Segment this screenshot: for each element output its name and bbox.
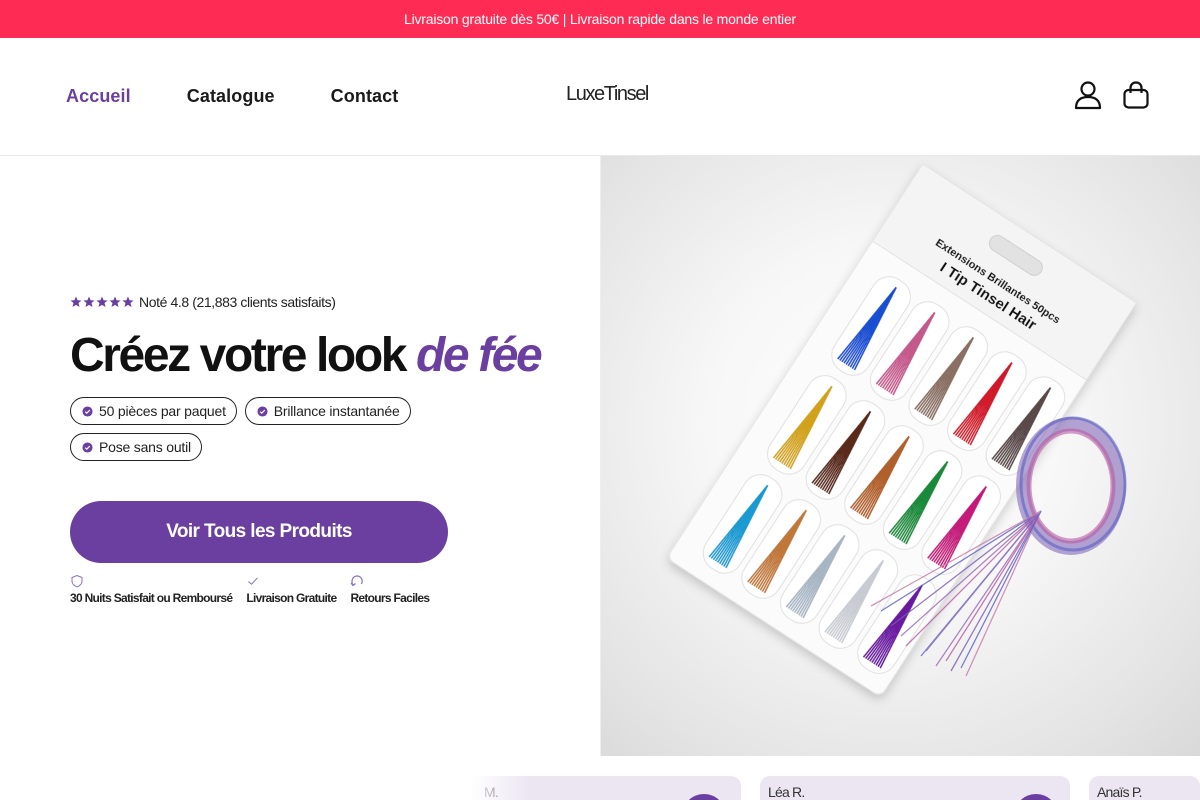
- feature-pill: 50 pièces par paquet: [70, 397, 237, 425]
- review-card[interactable]: Anaïs P.: [1089, 776, 1200, 800]
- review-carousel: M. Léa R. Anaïs P.: [0, 776, 1200, 800]
- guarantee-item: Livraison Gratuite: [246, 574, 337, 605]
- badge-check-icon: [82, 441, 93, 453]
- reviewer-name: Anaïs P.: [1097, 784, 1143, 800]
- hero-headline: Créez votre look de fée: [70, 328, 543, 383]
- nav-link-home[interactable]: Accueil: [66, 86, 131, 107]
- rating-stars: [70, 296, 134, 308]
- badge-check-icon: [82, 405, 93, 417]
- main-nav: Accueil Catalogue Contact: [66, 38, 454, 155]
- site-header: Accueil Catalogue Contact LuxeTinsel: [0, 38, 1200, 156]
- feature-pill: Brillance instantanée: [244, 397, 411, 425]
- hero-content: Noté 4.8 (21,883 clients satisfaits) Cré…: [70, 156, 590, 756]
- star-icon: [109, 296, 121, 307]
- guarantee-label: Livraison Gratuite: [246, 591, 337, 605]
- tinsel-package-illustration: Extensions Brillantes 50pcs I Tip Tinsel…: [669, 163, 1138, 695]
- hero-product-image: Extensions Brillantes 50pcs I Tip Tinsel…: [600, 156, 1200, 756]
- cart-bag-icon[interactable]: [1122, 80, 1150, 110]
- nav-link-contact[interactable]: Contact: [331, 86, 399, 107]
- feature-pills: 50 pièces par paquet Brillance instantan…: [70, 397, 450, 461]
- reviewer-name: Léa R.: [768, 784, 805, 800]
- star-icon: [122, 296, 134, 307]
- shield-icon: [71, 574, 83, 588]
- feature-pill-label: 50 pièces par paquet: [99, 403, 226, 419]
- rating-summary: Noté 4.8 (21,883 clients satisfaits): [70, 294, 336, 310]
- feature-pill: Pose sans outil: [70, 433, 202, 461]
- review-card[interactable]: Léa R.: [760, 776, 1070, 800]
- headline-main: Créez votre look: [70, 329, 416, 382]
- rating-text: Noté 4.8 (21,883 clients satisfaits): [139, 294, 336, 310]
- guarantee-item: 30 Nuits Satisfait ou Remboursé: [70, 574, 233, 605]
- star-icon: [83, 296, 95, 307]
- badge-check-icon: [257, 405, 268, 417]
- feature-pill-label: Brillance instantanée: [273, 403, 400, 419]
- star-icon: [96, 296, 108, 307]
- star-icon: [70, 296, 82, 307]
- check-icon: [248, 577, 259, 585]
- site-logo[interactable]: LuxeTinsel: [566, 83, 649, 106]
- headline-accent: de fée: [416, 329, 543, 382]
- guarantee-list: 30 Nuits Satisfait ou Remboursé Livraiso…: [70, 574, 443, 605]
- announcement-bar: Livraison gratuite dès 50€ | Livraison r…: [0, 0, 1200, 38]
- guarantee-label: 30 Nuits Satisfait ou Remboursé: [70, 591, 233, 605]
- announcement-text: Livraison gratuite dès 50€ | Livraison r…: [403, 11, 796, 27]
- guarantee-item: Retours Faciles: [350, 574, 430, 605]
- view-all-products-button[interactable]: Voir Tous les Produits: [70, 501, 448, 563]
- feature-pill-label: Pose sans outil: [99, 439, 191, 455]
- reviewer-avatar: [1014, 794, 1058, 800]
- carousel-fade: [470, 776, 530, 800]
- reviewer-avatar: [682, 794, 726, 800]
- nav-link-catalogue[interactable]: Catalogue: [187, 86, 275, 107]
- guarantee-label: Retours Faciles: [350, 591, 430, 605]
- header-actions: [1074, 80, 1150, 110]
- return-icon: [350, 575, 364, 587]
- account-icon[interactable]: [1074, 80, 1102, 110]
